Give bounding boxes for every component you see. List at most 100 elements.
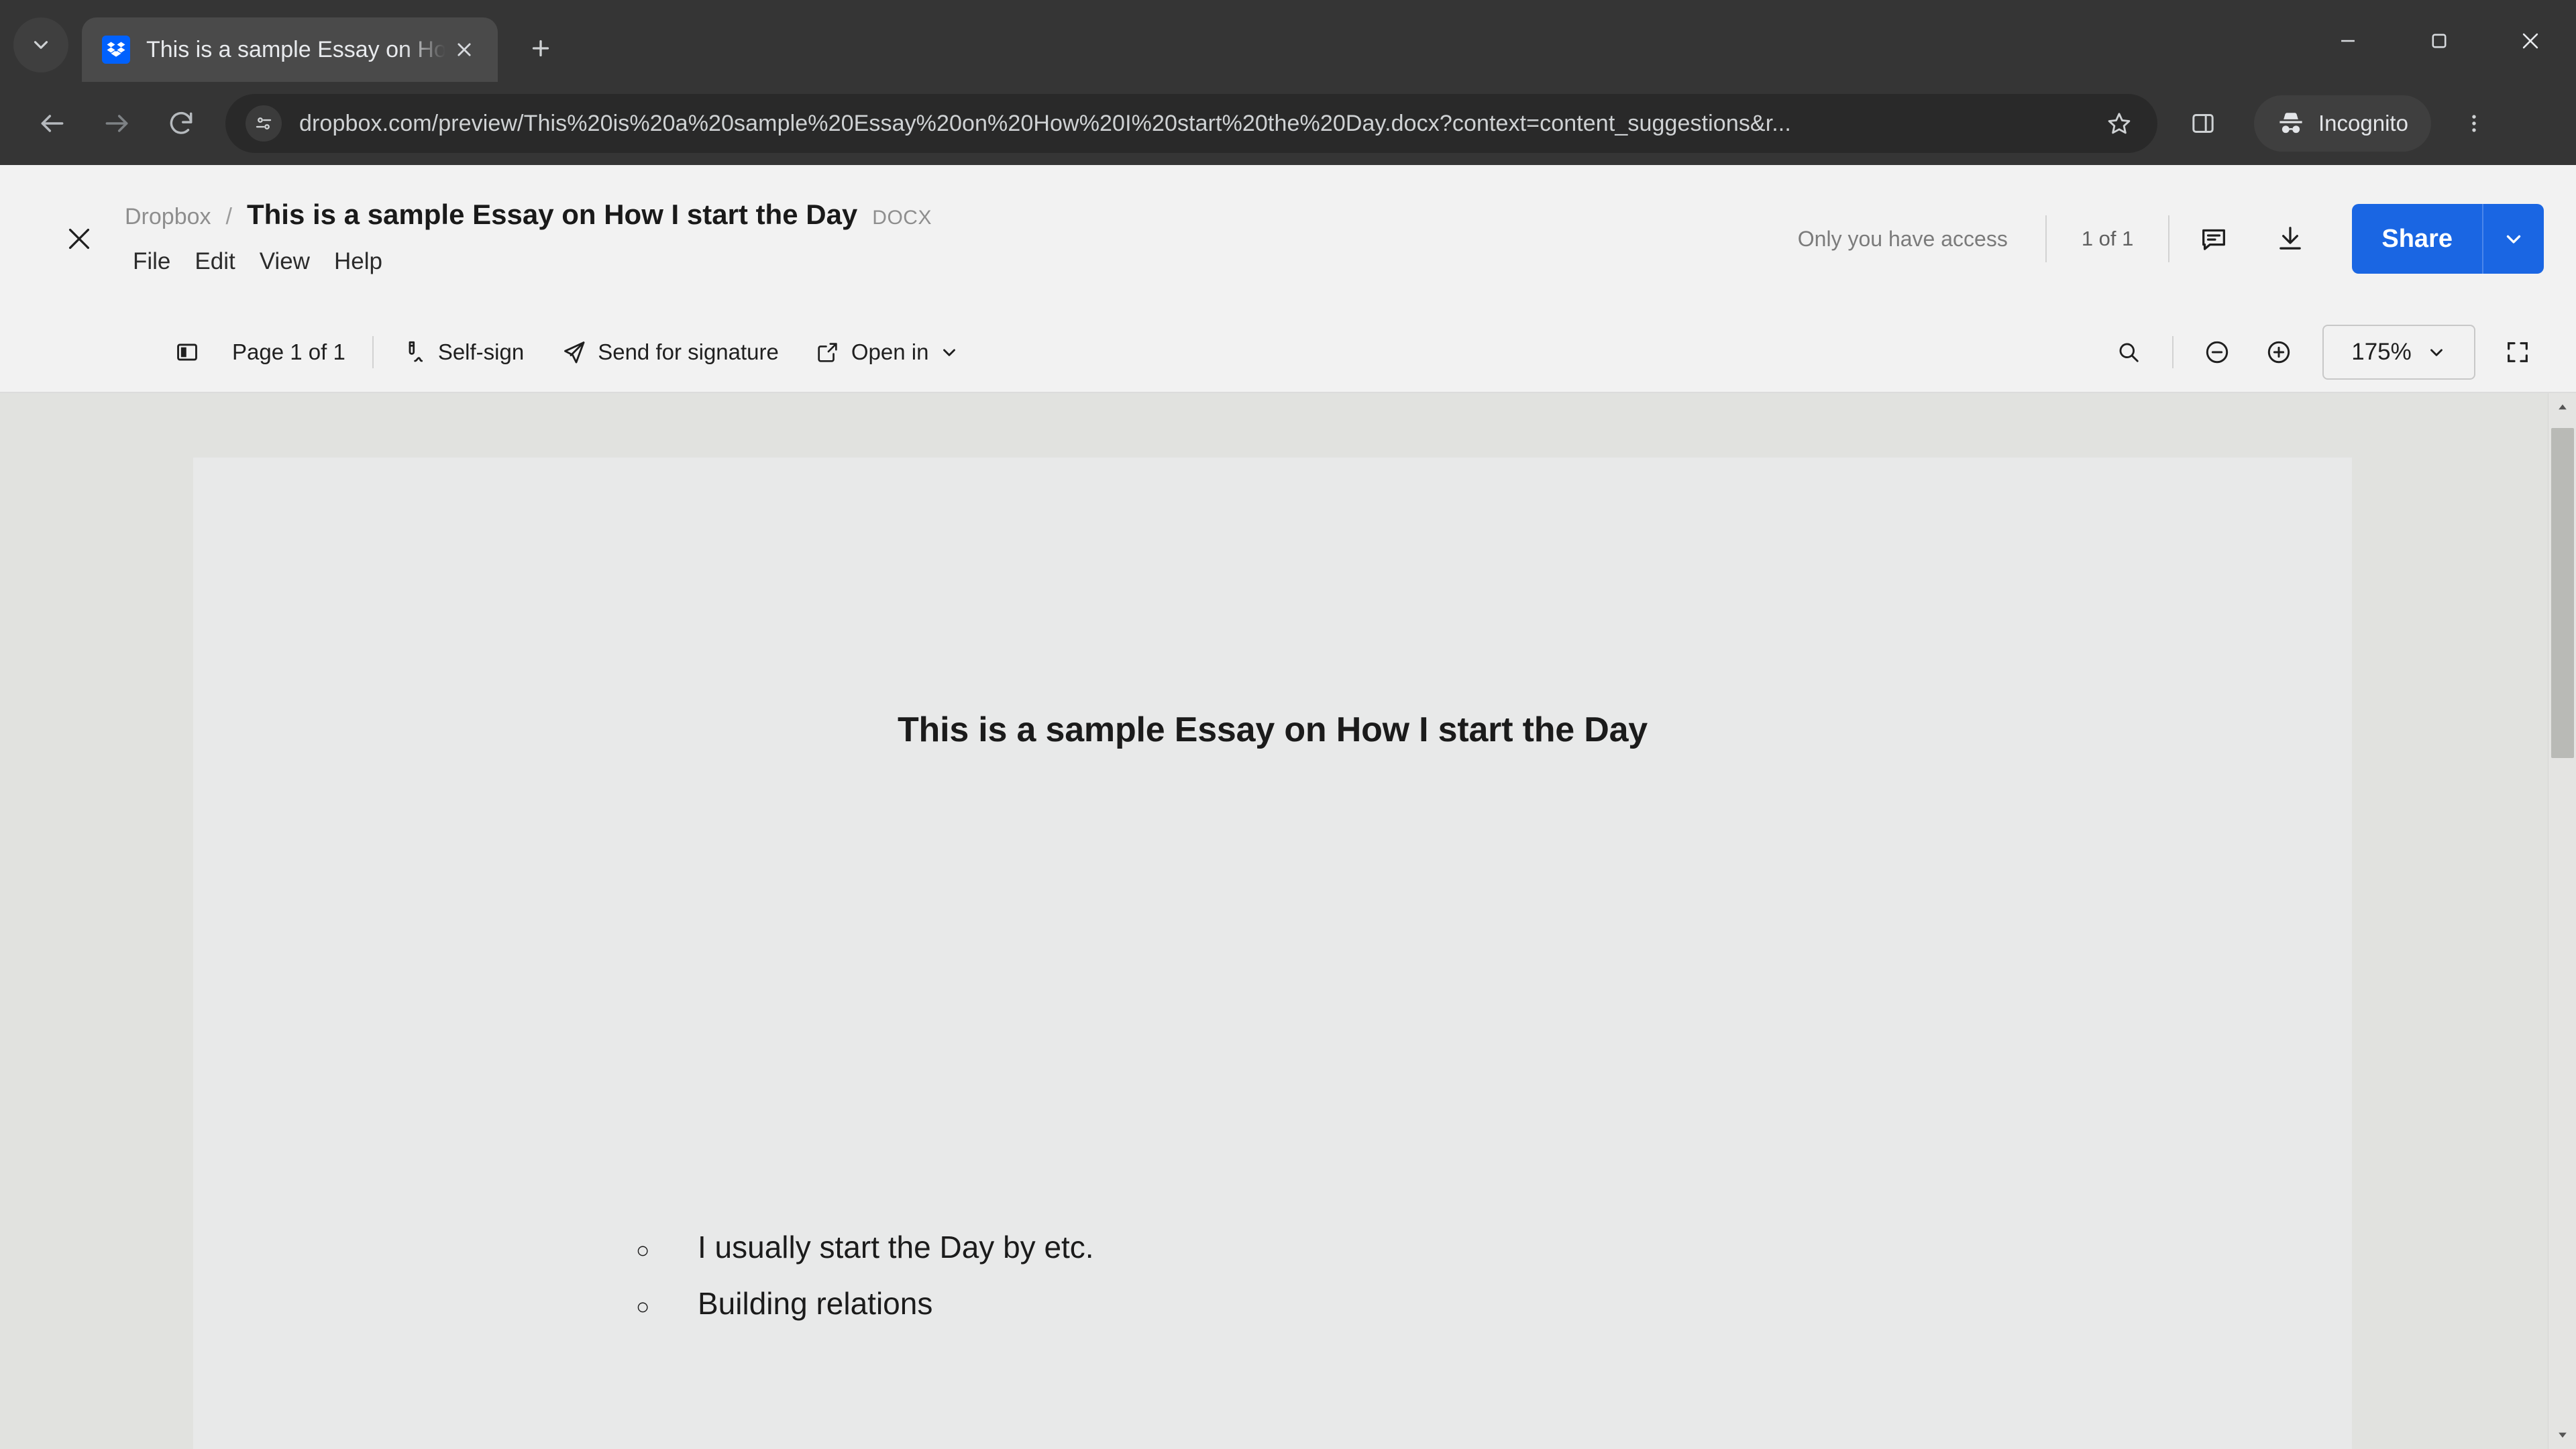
document-heading: This is a sample Essay on How I start th… <box>897 710 1648 749</box>
bullet-marker: ○ <box>636 1238 650 1263</box>
sidebar-toggle-button[interactable] <box>161 326 213 378</box>
side-panel-button[interactable] <box>2175 95 2231 152</box>
zoom-in-button[interactable] <box>2253 326 2305 378</box>
open-in-button[interactable]: Open in <box>806 333 969 372</box>
dropbox-icon <box>102 36 130 64</box>
back-button[interactable] <box>20 91 85 156</box>
list-item: ○ I usually start the Day by etc. <box>636 1229 1094 1265</box>
browser-menu-button[interactable] <box>2446 95 2502 152</box>
tab-title: This is a sample Essay on How I <box>146 36 445 62</box>
tab-search-button[interactable] <box>13 17 68 72</box>
address-bar[interactable]: dropbox.com/preview/This%20is%20a%20samp… <box>225 94 2157 153</box>
share-button[interactable]: Share <box>2352 204 2482 274</box>
menu-edit[interactable]: Edit <box>182 244 247 279</box>
list-item-text: I usually start the Day by etc. <box>698 1230 1094 1265</box>
minimize-button[interactable] <box>2302 0 2394 82</box>
zoom-in-icon <box>2267 341 2290 364</box>
breadcrumb: Dropbox / This is a sample Essay on How … <box>125 199 1798 231</box>
download-button[interactable] <box>2258 207 2322 271</box>
page-title: This is a sample Essay on How I start th… <box>246 199 858 230</box>
vertical-scrollbar[interactable] <box>2548 393 2576 1449</box>
window-close-button[interactable] <box>2485 0 2576 82</box>
header-actions: Only you have access 1 of 1 Share <box>1798 204 2544 274</box>
scroll-up-button[interactable] <box>2548 393 2576 421</box>
comment-icon <box>2202 229 2226 250</box>
chevron-down-icon <box>2430 349 2443 356</box>
breadcrumb-separator: / <box>225 204 232 229</box>
url-text: dropbox.com/preview/This%20is%20a%20samp… <box>299 110 1791 136</box>
arrow-left-icon <box>41 115 64 132</box>
app-header: Dropbox / This is a sample Essay on How … <box>0 165 2576 313</box>
scroll-down-button[interactable] <box>2548 1421 2576 1449</box>
share-dropdown-button[interactable] <box>2482 204 2544 274</box>
fullscreen-button[interactable] <box>2491 326 2544 378</box>
open-in-label: Open in <box>851 339 929 364</box>
chevron-down-icon <box>943 349 956 356</box>
reload-button[interactable] <box>149 91 213 156</box>
app-menubar: File Edit View Help <box>121 244 1798 279</box>
new-tab-button[interactable] <box>517 24 565 72</box>
page-count-indicator: 1 of 1 <box>2081 227 2134 250</box>
list-item-text: Building relations <box>698 1286 933 1321</box>
maximize-icon <box>2432 34 2447 48</box>
search-button[interactable] <box>2102 326 2155 378</box>
tab-strip: This is a sample Essay on How I <box>0 0 2576 82</box>
document-viewport[interactable]: This is a sample Essay on How I start th… <box>0 393 2576 1449</box>
browser-window: This is a sample Essay on How I dropbox.… <box>0 0 2576 1449</box>
list-item: ○ Building relations <box>636 1285 1094 1322</box>
breadcrumb-root[interactable]: Dropbox <box>125 204 211 230</box>
page-indicator-label: Page 1 of 1 <box>232 339 345 364</box>
send-for-signature-button[interactable]: Send for signature <box>551 332 788 372</box>
chevron-down-icon <box>34 41 48 49</box>
incognito-indicator[interactable]: Incognito <box>2254 95 2431 152</box>
zoom-out-button[interactable] <box>2191 326 2243 378</box>
maximize-button[interactable] <box>2394 0 2485 82</box>
self-sign-button[interactable]: Self-sign <box>391 332 533 372</box>
browser-tab[interactable]: This is a sample Essay on How I <box>82 17 498 82</box>
chevron-up-icon <box>2559 404 2567 410</box>
share-button-group: Share <box>2352 204 2544 274</box>
fullscreen-icon <box>2508 342 2528 362</box>
bullet-marker: ○ <box>636 1294 650 1320</box>
zoom-out-icon <box>2206 341 2229 364</box>
access-status: Only you have access <box>1797 226 2008 251</box>
menu-file[interactable]: File <box>121 244 182 279</box>
document-bullet-list: ○ I usually start the Day by etc. ○ Buil… <box>636 1229 1094 1342</box>
close-icon <box>68 228 90 250</box>
menu-view[interactable]: View <box>248 244 322 279</box>
title-block: Dropbox / This is a sample Essay on How … <box>125 199 1798 279</box>
pen-signature-icon <box>409 341 423 362</box>
search-icon <box>2119 343 2139 362</box>
bookmark-button[interactable] <box>2098 103 2140 144</box>
close-icon <box>458 43 471 56</box>
site-settings-icon[interactable] <box>246 105 282 142</box>
tab-close-button[interactable] <box>445 31 483 68</box>
menu-help[interactable]: Help <box>322 244 394 279</box>
viewer-toolbar: Page 1 of 1 Self-sign Send for signature <box>0 313 2576 393</box>
chevron-down-icon <box>2506 235 2521 244</box>
incognito-icon <box>2279 113 2302 133</box>
close-preview-button[interactable] <box>47 207 111 271</box>
window-controls <box>2302 0 2576 82</box>
browser-toolbar: dropbox.com/preview/This%20is%20a%20samp… <box>0 82 2576 165</box>
dropbox-preview-app: Dropbox / This is a sample Essay on How … <box>0 165 2576 1449</box>
file-extension-label: DOCX <box>872 207 932 229</box>
page-indicator: Page 1 of 1 <box>213 333 355 372</box>
star-icon <box>2108 113 2131 134</box>
send-for-signature-label: Send for signature <box>598 339 779 364</box>
arrow-right-icon <box>105 115 128 132</box>
reload-icon <box>170 111 193 134</box>
send-icon <box>564 341 585 364</box>
chevron-down-icon <box>2559 1432 2567 1438</box>
comments-button[interactable] <box>2182 207 2246 271</box>
document-page: This is a sample Essay on How I start th… <box>193 458 2352 1449</box>
more-vertical-icon <box>2472 115 2476 132</box>
scrollbar-thumb[interactable] <box>2551 428 2574 758</box>
download-icon <box>2279 227 2302 250</box>
side-panel-icon <box>2192 114 2214 133</box>
self-sign-label: Self-sign <box>437 339 525 364</box>
zoom-level-select[interactable]: 175% <box>2322 325 2475 380</box>
external-link-icon <box>818 343 837 362</box>
forward-button[interactable] <box>85 91 149 156</box>
incognito-label: Incognito <box>2318 111 2408 136</box>
